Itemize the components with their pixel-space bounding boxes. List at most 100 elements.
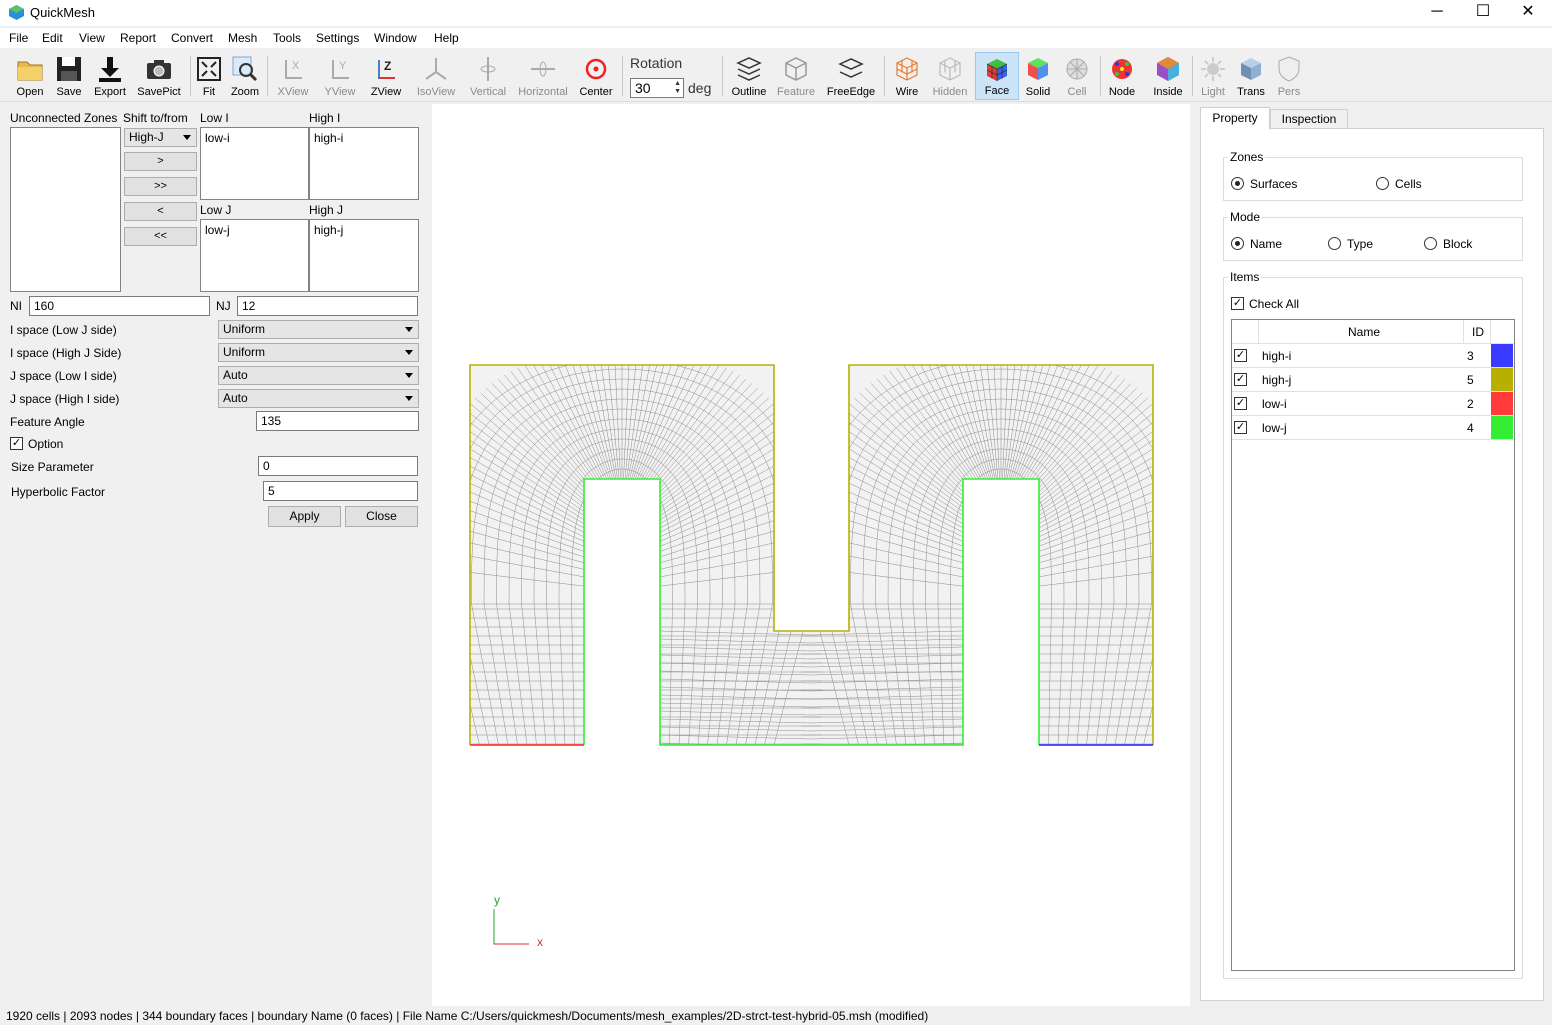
column-divider — [1258, 320, 1259, 344]
mode-name-radio[interactable] — [1231, 237, 1244, 250]
list-item[interactable]: high-j — [314, 223, 343, 237]
freeedge-button[interactable]: FreeEdge — [824, 52, 878, 100]
ispace-low-select[interactable]: Uniform — [218, 320, 419, 339]
menu-settings[interactable]: Settings — [316, 31, 359, 45]
jspace-low-select[interactable]: Auto — [218, 366, 419, 385]
feature-button[interactable]: Feature — [774, 52, 818, 100]
menu-convert[interactable]: Convert — [171, 31, 213, 45]
low-i-list[interactable]: low-i — [200, 127, 309, 200]
zview-button[interactable]: Z ZView — [367, 52, 405, 100]
table-row[interactable]: ✓ low-j 4 — [1232, 416, 1514, 440]
menu-window[interactable]: Window — [374, 31, 417, 45]
mesh-viewport[interactable]: y x — [432, 104, 1190, 1006]
menu-tools[interactable]: Tools — [273, 31, 301, 45]
menu-view[interactable]: View — [79, 31, 105, 45]
left-panel: Unconnected Zones Shift to/from High-J >… — [0, 104, 432, 1006]
node-button[interactable]: Node — [1105, 52, 1139, 100]
menu-edit[interactable]: Edit — [42, 31, 63, 45]
wire-button[interactable]: Wire — [889, 52, 925, 100]
rotation-input[interactable]: 30 ▲ ▼ — [630, 78, 684, 98]
solid-button[interactable]: Solid — [1022, 52, 1054, 100]
apply-button[interactable]: Apply — [268, 506, 341, 527]
table-row[interactable]: ✓ high-j 5 — [1232, 368, 1514, 392]
move-right-button[interactable]: > — [124, 152, 197, 171]
hidden-button[interactable]: Hidden — [930, 52, 970, 100]
nj-input[interactable]: 12 — [237, 296, 418, 316]
vertical-button[interactable]: Vertical — [466, 52, 510, 100]
right-panel: Zones Surfaces Cells Mode Name Type Bloc… — [1190, 104, 1552, 1006]
jspace-high-select[interactable]: Auto — [218, 389, 419, 408]
face-icon — [986, 59, 1008, 81]
shift-select[interactable]: High-J — [124, 128, 197, 147]
column-id-header[interactable]: ID — [1472, 325, 1484, 339]
isoview-button[interactable]: IsoView — [413, 52, 459, 100]
horizontal-button[interactable]: Horizontal — [515, 52, 571, 100]
row-color-swatch[interactable] — [1491, 344, 1513, 367]
move-all-right-button[interactable]: >> — [124, 177, 197, 196]
list-item[interactable]: low-i — [205, 131, 230, 145]
row-checkbox[interactable]: ✓ — [1234, 421, 1247, 434]
close-button[interactable]: Close — [345, 506, 418, 527]
high-j-list[interactable]: high-j — [309, 219, 419, 292]
toolbar-separator — [190, 56, 191, 96]
app-logo-icon — [9, 5, 24, 20]
fit-button[interactable]: Fit — [194, 52, 224, 100]
table-row[interactable]: ✓ high-i 3 — [1232, 344, 1514, 368]
minimize-button[interactable]: ─ — [1414, 0, 1460, 26]
trans-button[interactable]: Trans — [1234, 52, 1268, 100]
ni-input[interactable]: 160 — [29, 296, 210, 316]
row-checkbox[interactable]: ✓ — [1234, 397, 1247, 410]
unconnected-zones-list[interactable] — [10, 127, 121, 292]
open-button[interactable]: Open — [12, 52, 48, 100]
check-all-checkbox[interactable]: ✓ — [1231, 297, 1244, 310]
tab-inspection[interactable]: Inspection — [1270, 109, 1348, 129]
menu-report[interactable]: Report — [120, 31, 156, 45]
row-checkbox[interactable]: ✓ — [1234, 373, 1247, 386]
list-item[interactable]: high-i — [314, 131, 343, 145]
menu-help[interactable]: Help — [434, 31, 459, 45]
feature-angle-input[interactable]: 135 — [256, 411, 419, 431]
xview-button[interactable]: X XView — [275, 52, 311, 100]
row-color-swatch[interactable] — [1491, 368, 1513, 391]
size-parameter-input[interactable]: 0 — [258, 456, 418, 476]
zoom-button[interactable]: Zoom — [229, 52, 261, 100]
table-row[interactable]: ✓ low-i 2 — [1232, 392, 1514, 416]
maximize-button[interactable]: ☐ — [1460, 0, 1506, 26]
surfaces-radio[interactable] — [1231, 177, 1244, 190]
move-all-left-button[interactable]: << — [124, 227, 197, 246]
mode-type-radio[interactable] — [1328, 237, 1341, 250]
inside-button[interactable]: Inside — [1150, 52, 1186, 100]
solid-icon — [1028, 58, 1048, 80]
mode-block-radio[interactable] — [1424, 237, 1437, 250]
center-button[interactable]: Center — [576, 52, 616, 100]
row-color-swatch[interactable] — [1491, 392, 1513, 415]
cells-radio[interactable] — [1376, 177, 1389, 190]
high-i-list[interactable]: high-i — [309, 127, 419, 200]
cell-button[interactable]: Cell — [1060, 52, 1094, 100]
row-color-swatch[interactable] — [1491, 416, 1513, 439]
face-button[interactable]: Face — [975, 52, 1019, 100]
option-checkbox[interactable]: ✓ — [10, 437, 23, 450]
menu-mesh[interactable]: Mesh — [228, 31, 257, 45]
spin-arrows-icon[interactable]: ▲ ▼ — [674, 80, 681, 96]
node-icon — [1112, 59, 1132, 79]
export-button[interactable]: Export — [91, 52, 129, 100]
list-item[interactable]: low-j — [205, 223, 230, 237]
low-j-list[interactable]: low-j — [200, 219, 309, 292]
rotation-unit: deg — [688, 80, 712, 96]
row-checkbox[interactable]: ✓ — [1234, 349, 1247, 362]
feature-angle-label: Feature Angle — [10, 415, 85, 429]
yview-button[interactable]: Y YView — [321, 52, 359, 100]
ispace-high-select[interactable]: Uniform — [218, 343, 419, 362]
column-name-header[interactable]: Name — [1348, 325, 1380, 339]
tab-property[interactable]: Property — [1200, 107, 1270, 130]
savepict-button[interactable]: SavePict — [135, 52, 183, 100]
menu-file[interactable]: File — [9, 31, 28, 45]
light-button[interactable]: Light — [1197, 52, 1229, 100]
move-left-button[interactable]: < — [124, 202, 197, 221]
hyperbolic-factor-input[interactable]: 5 — [263, 481, 418, 501]
close-window-button[interactable]: ✕ — [1505, 0, 1551, 26]
save-button[interactable]: Save — [51, 52, 87, 100]
outline-button[interactable]: Outline — [729, 52, 769, 100]
pers-button[interactable]: Pers — [1273, 52, 1305, 100]
